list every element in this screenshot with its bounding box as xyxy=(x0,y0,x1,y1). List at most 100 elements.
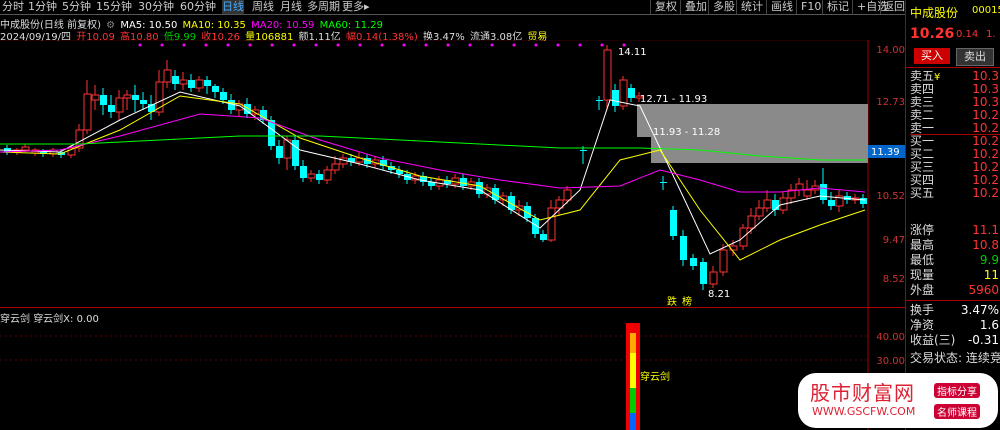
candle-body xyxy=(563,189,572,201)
sub-y-tick-40: 40.00 xyxy=(876,332,905,343)
candle-body xyxy=(188,80,195,88)
tab-monthly[interactable]: 月线 xyxy=(280,0,302,14)
button-back[interactable]: 返回 xyxy=(880,0,907,14)
stat-row: 现量 11 xyxy=(910,269,1000,282)
indicator-chart[interactable]: 穿云剑 xyxy=(0,308,905,430)
order-level-label: 卖三 xyxy=(910,95,935,109)
stat-row: 外盘 5960 xyxy=(910,284,1000,297)
signal-dot xyxy=(270,43,274,47)
candle-body xyxy=(540,234,547,240)
tab-weekly[interactable]: 周线 xyxy=(252,0,274,14)
tab-15min[interactable]: 15分钟 xyxy=(96,0,132,14)
candle-body xyxy=(755,207,764,217)
stat-value: 11 xyxy=(983,268,999,282)
signal-dot xyxy=(446,43,450,47)
candle-body xyxy=(172,76,179,84)
candle-body xyxy=(331,163,340,171)
candle-body xyxy=(680,236,687,260)
signal-dot xyxy=(292,43,296,47)
range1-label: 12.71 - 11.93 xyxy=(640,94,707,105)
candle-body xyxy=(709,271,718,285)
tab-multi-period[interactable]: 多周期 xyxy=(307,0,340,14)
candle-body xyxy=(612,90,619,106)
order-book-row[interactable]: 买五 10.2 xyxy=(910,187,1000,200)
tab-30min[interactable]: 30分钟 xyxy=(138,0,174,14)
candle-body xyxy=(316,174,323,180)
stat2-row: 换手 3.47% xyxy=(910,304,1000,317)
watermark-title: 股市财富网 xyxy=(810,381,915,405)
candle-body xyxy=(251,109,260,115)
candle-body xyxy=(179,79,188,85)
signal-bar-blue xyxy=(630,413,636,430)
candle-body xyxy=(719,249,728,273)
button-mark[interactable]: 标记 xyxy=(822,0,853,14)
order-level-label: 买二 xyxy=(910,147,935,161)
button-draw[interactable]: 画线 xyxy=(766,0,797,14)
y-tick-1273: 12.73 xyxy=(876,97,905,108)
button-stats[interactable]: 统计 xyxy=(736,0,767,14)
order-level-label: 卖四 xyxy=(910,82,935,96)
signal-dot xyxy=(512,43,516,47)
candle-body xyxy=(132,95,139,100)
order-mark: ¥ xyxy=(934,72,941,83)
tab-5min[interactable]: 5分钟 xyxy=(62,0,91,14)
tag-teacher-course[interactable]: 名师课程 xyxy=(934,404,980,419)
tab-daily[interactable]: 日线 xyxy=(222,0,244,14)
watermark: 股市财富网 WWW.GSCFW.COM 指标分享 名师课程 xyxy=(798,373,998,428)
candle-body xyxy=(828,200,835,206)
stat2-value: 1.6 xyxy=(979,318,999,332)
stat2-value: 3.47% xyxy=(960,303,999,317)
button-f10[interactable]: F10 xyxy=(796,0,825,14)
candle-body xyxy=(451,177,460,185)
candle-body xyxy=(244,104,251,114)
stat2-row: 净资 1.6 xyxy=(910,319,1000,332)
candle-body xyxy=(820,184,827,200)
low-label: 8.21 xyxy=(708,289,730,300)
candle-body xyxy=(140,100,147,104)
candles-group xyxy=(4,43,867,290)
candle-body xyxy=(268,120,275,146)
tab-more[interactable]: 更多▸ xyxy=(342,0,370,14)
tab-1min[interactable]: 1分钟 xyxy=(28,0,57,14)
candle-body xyxy=(460,178,467,186)
stock-name: 中成股份 xyxy=(910,6,959,20)
order-level-label: 买五 xyxy=(910,186,935,200)
tab-60min[interactable]: 60分钟 xyxy=(180,0,216,14)
order-level-label: 卖二 xyxy=(910,108,935,122)
candle-body xyxy=(115,97,124,113)
candle-body xyxy=(212,86,219,92)
buy-button[interactable]: 买入 xyxy=(914,48,950,64)
y-tick-1052: 10.52 xyxy=(876,191,905,202)
stat2-value: -0.31 xyxy=(967,333,999,347)
candle-body xyxy=(580,150,587,151)
candle-body xyxy=(670,210,677,236)
button-multi-stock[interactable]: 多股 xyxy=(708,0,739,14)
order-level-label: 卖五 xyxy=(910,69,935,83)
button-fuquan[interactable]: 复权 xyxy=(650,0,681,14)
order-book-sep xyxy=(910,134,1000,135)
tab-more-label: 更多 xyxy=(342,0,364,13)
button-overlay[interactable]: 叠加 xyxy=(680,0,711,14)
range-box-lower xyxy=(651,137,868,163)
tag-indicator-share[interactable]: 指标分享 xyxy=(934,383,980,398)
signal-dot xyxy=(600,43,604,47)
kline-chart[interactable]: 14.11 8.21 12.71 - 11.93 11.93 - 11.28 1… xyxy=(0,40,905,308)
stat-value: 5960 xyxy=(968,283,999,297)
order-level-label: 买一 xyxy=(910,134,935,148)
current-price: 10.26 xyxy=(910,26,955,42)
signal-dot xyxy=(314,43,318,47)
signal-bar-green xyxy=(630,388,636,413)
sub-y-tick-30: 30.00 xyxy=(876,356,905,367)
order-price: 10.2 xyxy=(972,186,999,200)
signal-dot xyxy=(424,43,428,47)
candle-body xyxy=(860,198,867,204)
tab-fenshi[interactable]: 分时 xyxy=(2,0,24,14)
signal-dot xyxy=(380,43,384,47)
candle-body xyxy=(323,169,332,181)
candle-body xyxy=(307,173,316,179)
stat2-row: 收益(三) -0.31 xyxy=(910,334,1000,347)
sell-button[interactable]: 卖出 xyxy=(956,48,994,66)
candle-body xyxy=(596,100,603,101)
candle-body xyxy=(220,92,227,100)
candle-body xyxy=(700,262,707,284)
